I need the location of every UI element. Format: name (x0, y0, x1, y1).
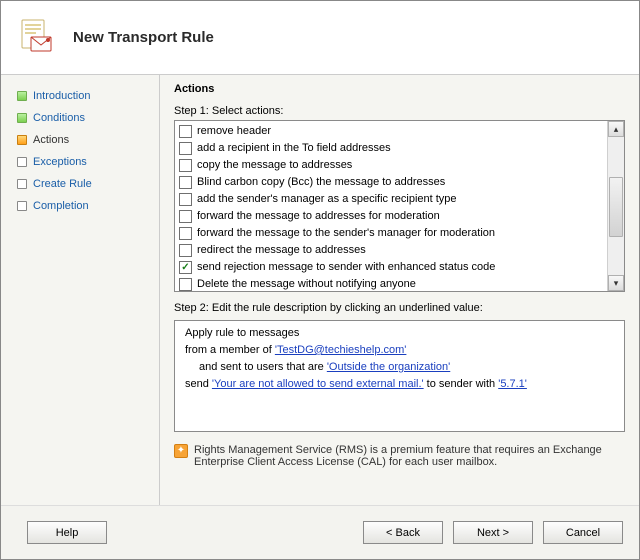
action-label: copy the message to addresses (197, 157, 352, 174)
nav-label: Completion (33, 200, 89, 212)
wizard-sidebar: Introduction Conditions Actions Exceptio… (1, 75, 159, 505)
nav-label: Actions (33, 134, 69, 146)
scroll-up-icon[interactable]: ▴ (608, 121, 624, 137)
action-label: forward the message to addresses for mod… (197, 208, 440, 225)
nav-step-exceptions[interactable]: Exceptions (17, 151, 159, 173)
action-row[interactable]: Blind carbon copy (Bcc) the message to a… (179, 174, 607, 191)
step-bullet-icon (17, 135, 27, 145)
action-label: add a recipient in the To field addresse… (197, 140, 391, 157)
nav-label: Introduction (33, 90, 90, 102)
wizard-header: New Transport Rule (1, 1, 639, 75)
action-label: forward the message to the sender's mana… (197, 225, 495, 242)
scroll-track[interactable] (608, 137, 624, 275)
rule-status-code-link[interactable]: '5.7.1' (498, 378, 527, 390)
step2-label: Step 2: Edit the rule description by cli… (174, 302, 625, 314)
action-row[interactable]: add the sender's manager as a specific r… (179, 191, 607, 208)
action-row[interactable]: copy the message to addresses (179, 157, 607, 174)
nav-step-create-rule[interactable]: Create Rule (17, 173, 159, 195)
rule-scope-prefix: and sent to users that are (199, 361, 327, 373)
checkbox-icon[interactable] (179, 227, 192, 240)
action-label: send rejection message to sender with en… (197, 259, 495, 276)
action-row[interactable]: send rejection message to sender with en… (179, 259, 607, 276)
action-label: Delete the message without notifying any… (197, 276, 416, 291)
action-row[interactable]: forward the message to addresses for mod… (179, 208, 607, 225)
step-bullet-icon (17, 157, 27, 167)
action-row[interactable]: add a recipient in the To field addresse… (179, 140, 607, 157)
checkbox-icon[interactable] (179, 125, 192, 138)
step-bullet-icon (17, 113, 27, 123)
info-icon: ✦ (174, 444, 188, 458)
back-button[interactable]: < Back (363, 521, 443, 544)
scroll-down-icon[interactable]: ▾ (608, 275, 624, 291)
rule-scope-line: and sent to users that are 'Outside the … (181, 359, 618, 376)
action-label: add the sender's manager as a specific r… (197, 191, 457, 208)
nav-step-introduction[interactable]: Introduction (17, 85, 159, 107)
step-bullet-icon (17, 179, 27, 189)
nav-step-conditions[interactable]: Conditions (17, 107, 159, 129)
rule-from-value-link[interactable]: 'TestDG@techieshelp.com' (275, 344, 407, 356)
wizard-window: New Transport Rule Introduction Conditio… (0, 0, 640, 560)
rule-description-box: Apply rule to messages from a member of … (174, 320, 625, 432)
checkbox-icon[interactable] (179, 176, 192, 189)
nav-step-actions[interactable]: Actions (17, 129, 159, 151)
rule-from-prefix: from a member of (185, 344, 275, 356)
rule-scope-value-link[interactable]: 'Outside the organization' (327, 361, 450, 373)
wizard-body: Introduction Conditions Actions Exceptio… (1, 75, 639, 505)
wizard-title: New Transport Rule (73, 29, 214, 46)
action-row[interactable]: remove header (179, 123, 607, 140)
actions-list-inner: remove header add a recipient in the To … (175, 121, 607, 291)
help-button[interactable]: Help (27, 521, 107, 544)
action-row[interactable]: redirect the message to addresses (179, 242, 607, 259)
checkbox-icon[interactable] (179, 210, 192, 223)
checkbox-icon[interactable] (179, 193, 192, 206)
checkbox-icon[interactable] (179, 244, 192, 257)
next-button[interactable]: Next > (453, 521, 533, 544)
nav-step-completion[interactable]: Completion (17, 195, 159, 217)
checkbox-icon[interactable] (179, 278, 192, 291)
rule-send-mid: to sender with (424, 378, 499, 390)
nav-label: Exceptions (33, 156, 87, 168)
step1-label: Step 1: Select actions: (174, 105, 625, 117)
actions-scrollbar[interactable]: ▴ ▾ (607, 121, 624, 291)
checkbox-icon[interactable] (179, 142, 192, 155)
rms-note: ✦ Rights Management Service (RMS) is a p… (174, 444, 625, 468)
rule-send-line: send 'Your are not allowed to send exter… (181, 376, 618, 393)
nav-label: Conditions (33, 112, 85, 124)
step-bullet-icon (17, 91, 27, 101)
action-label: redirect the message to addresses (197, 242, 366, 259)
checkbox-icon[interactable] (179, 159, 192, 172)
action-label: remove header (197, 123, 271, 140)
transport-rule-icon (19, 19, 55, 57)
scroll-thumb[interactable] (609, 177, 623, 237)
wizard-content: Actions Step 1: Select actions: remove h… (159, 75, 639, 505)
rule-rejection-msg-link[interactable]: 'Your are not allowed to send external m… (212, 378, 424, 390)
actions-listbox[interactable]: remove header add a recipient in the To … (174, 120, 625, 292)
rule-send-prefix: send (185, 378, 212, 390)
checkbox-icon[interactable] (179, 261, 192, 274)
cancel-button[interactable]: Cancel (543, 521, 623, 544)
rule-from-line: from a member of 'TestDG@techieshelp.com… (181, 342, 618, 359)
action-row[interactable]: forward the message to the sender's mana… (179, 225, 607, 242)
nav-label: Create Rule (33, 178, 92, 190)
rms-note-text: Rights Management Service (RMS) is a pre… (194, 444, 621, 468)
rule-apply-line: Apply rule to messages (181, 325, 618, 342)
page-heading: Actions (174, 83, 625, 95)
action-row[interactable]: Delete the message without notifying any… (179, 276, 607, 291)
step-bullet-icon (17, 201, 27, 211)
wizard-footer: Help < Back Next > Cancel (1, 505, 639, 559)
action-label: Blind carbon copy (Bcc) the message to a… (197, 174, 445, 191)
